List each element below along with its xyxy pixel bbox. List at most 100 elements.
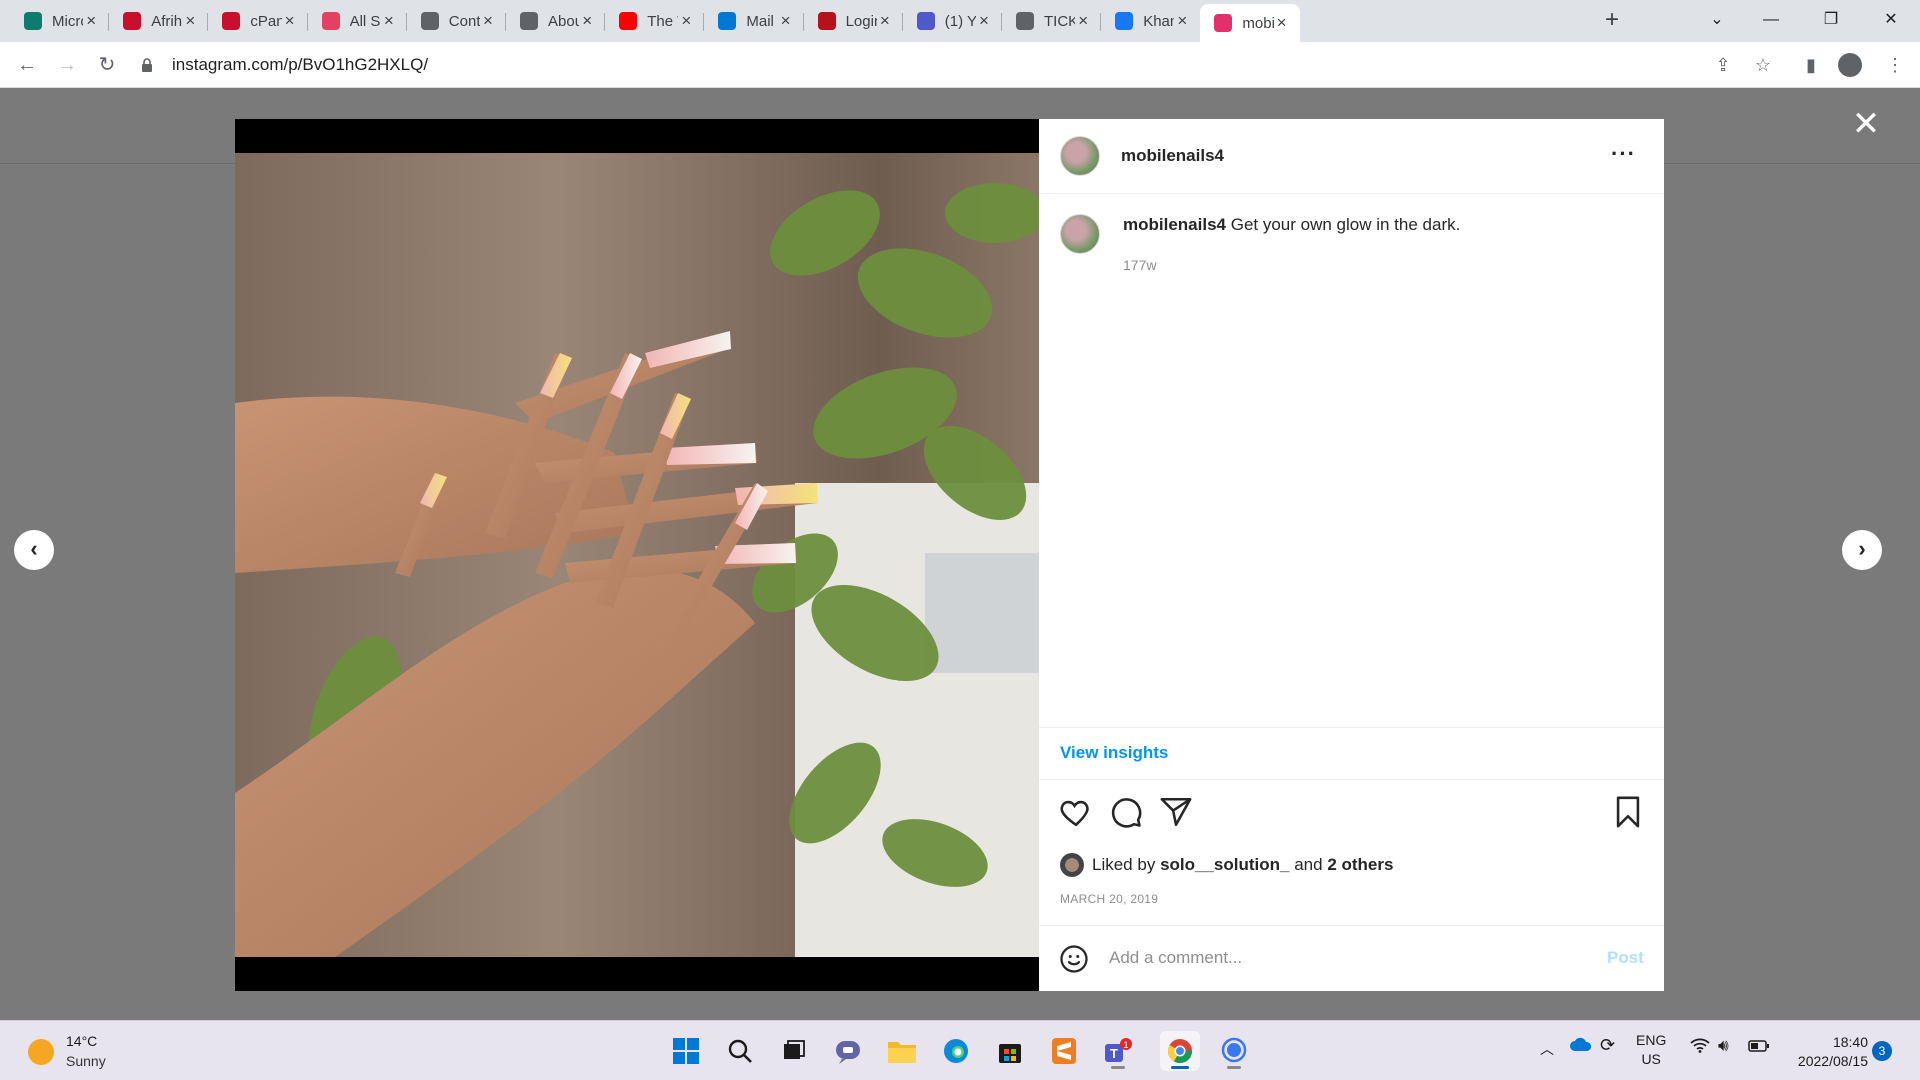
sun-weather-icon[interactable] [28,1039,54,1065]
weather-condition[interactable]: Sunny [66,1053,106,1069]
close-window-button[interactable]: ✕ [1868,4,1914,36]
tab-close-icon[interactable]: × [182,11,198,31]
nails-photo-image [235,153,1040,957]
browser-tab[interactable]: Afriho× [109,4,209,38]
browser-tab[interactable]: TICKE× [1002,4,1102,38]
active-indicator [1171,1066,1189,1069]
tab-title: cPanel [250,12,282,30]
task-view-icon[interactable] [774,1031,814,1071]
next-post-button[interactable]: › [1842,530,1882,570]
side-panel-icon[interactable]: ▮ [1796,50,1826,80]
notification-count-badge[interactable]: 3 [1872,1041,1892,1061]
afrihost-icon [123,12,142,30]
teams-chat-icon[interactable] [828,1031,868,1071]
reload-button[interactable]: ↻ [92,50,122,80]
tab-close-icon[interactable]: × [579,11,595,31]
sublime-text-icon[interactable] [1044,1031,1084,1071]
save-bookmark-icon[interactable] [1611,795,1645,829]
browser-tab[interactable]: Mail -× [704,4,804,38]
tab-close-icon[interactable]: × [480,11,496,31]
caption-username[interactable]: mobilenails4 [1123,215,1226,234]
wifi-icon[interactable] [1690,1037,1710,1056]
minimize-button[interactable]: — [1748,4,1794,36]
start-windows-icon[interactable] [666,1031,706,1071]
browser-tab[interactable]: About× [506,4,606,38]
browser-tab[interactable]: The W× [605,4,705,38]
share-icon[interactable]: ⇪ [1708,50,1738,80]
show-hidden-icons-chevron-icon[interactable]: ︿ [1540,1039,1554,1059]
like-heart-icon[interactable] [1059,795,1093,829]
liked-others-link[interactable]: 2 others [1327,855,1393,875]
chrome-browser-icon[interactable] [1160,1031,1200,1071]
file-explorer-icon[interactable] [882,1031,922,1071]
author-username[interactable]: mobilenails4 [1121,146,1224,166]
sync-icon[interactable]: ⟳ [1600,1035,1615,1056]
comment-input[interactable] [1109,942,1549,974]
forward-button[interactable]: → [52,50,82,80]
tab-title: mobil [1242,14,1274,32]
tab-close-icon[interactable]: × [282,11,298,31]
view-insights-link[interactable]: View insights [1060,743,1168,763]
language-indicator[interactable]: ENG US [1636,1031,1666,1069]
tab-title: Conta [448,12,480,30]
post-comment-button[interactable]: Post [1607,948,1644,968]
tab-close-icon[interactable]: × [381,11,397,31]
more-options-icon[interactable]: ··· [1611,141,1636,167]
browser-tab[interactable]: Login× [804,4,903,38]
profile-avatar[interactable] [1838,53,1862,77]
liked-by-user[interactable]: solo__solution_ [1160,855,1289,875]
post-photo[interactable] [235,153,1040,957]
browser-tab[interactable]: cPanel× [208,4,308,38]
liker-avatar[interactable] [1060,853,1084,877]
post-details-panel: mobilenails4 ··· mobilenails4 Get your o… [1039,119,1664,991]
emoji-smiley-icon[interactable] [1059,944,1089,974]
comment-bubble-icon[interactable] [1109,795,1143,829]
svg-text:T: T [1110,1046,1118,1061]
restore-button[interactable]: ❐ [1808,4,1854,36]
volume-speaker-icon[interactable]: 🔊︎ [1718,1036,1729,1056]
signal-messenger-icon[interactable] [1214,1031,1254,1071]
cpanel-icon [222,12,241,30]
post-caption: mobilenails4 Get your own glow in the da… [1123,215,1460,235]
search-icon[interactable] [720,1031,760,1071]
teams-app-icon[interactable]: T1 [1098,1031,1138,1071]
onedrive-cloud-icon[interactable] [1570,1037,1592,1054]
new-tab-button[interactable]: + [1598,6,1626,34]
tab-close-icon[interactable]: × [1274,13,1290,33]
back-button[interactable]: ← [12,50,42,80]
tab-close-icon[interactable]: × [83,11,99,31]
browser-tab[interactable]: mobil× [1200,4,1300,42]
share-send-icon[interactable] [1159,795,1193,829]
tab-close-icon[interactable]: × [1174,11,1190,31]
bookmark-star-icon[interactable]: ☆ [1748,50,1778,80]
system-clock[interactable]: 18:40 2022/08/15 [1780,1033,1868,1071]
tab-close-icon[interactable]: × [678,11,694,31]
running-indicator [1227,1066,1241,1069]
edge-browser-icon[interactable] [936,1031,976,1071]
post-date[interactable]: MARCH 20, 2019 [1060,892,1158,906]
author-avatar[interactable] [1060,136,1100,176]
tab-close-icon[interactable]: × [1075,11,1091,31]
address-bar[interactable]: instagram.com/p/BvO1hG2HXLQ/ [140,49,1710,81]
tab-title: All Site [349,12,381,30]
microsoft-store-icon[interactable] [990,1031,1030,1071]
battery-icon[interactable] [1748,1039,1770,1055]
browser-tab[interactable]: (1) YE× [903,4,1002,38]
tab-close-icon[interactable]: × [877,11,893,31]
close-overlay-icon[interactable]: ✕ [1850,107,1882,141]
tab-close-icon[interactable]: × [778,11,794,31]
post-actions [1039,795,1664,835]
tab-search-chevron-icon[interactable]: ⌄ [1694,4,1740,36]
previous-post-button[interactable]: ‹ [14,530,54,570]
browser-tab[interactable]: Micro× [10,4,110,38]
browser-tab[interactable]: All Site× [308,4,407,38]
tab-close-icon[interactable]: × [976,11,992,31]
caption-avatar[interactable] [1060,214,1100,254]
weather-temperature[interactable]: 14°C [66,1033,97,1049]
caption-time-ago[interactable]: 177w [1123,257,1156,273]
menu-kebab-icon[interactable]: ⋮ [1880,50,1910,80]
browser-tab[interactable]: Khany× [1101,4,1200,38]
globe-icon [520,12,538,30]
browser-tab[interactable]: Conta× [407,4,506,38]
tab-title: Khany [1143,12,1175,30]
